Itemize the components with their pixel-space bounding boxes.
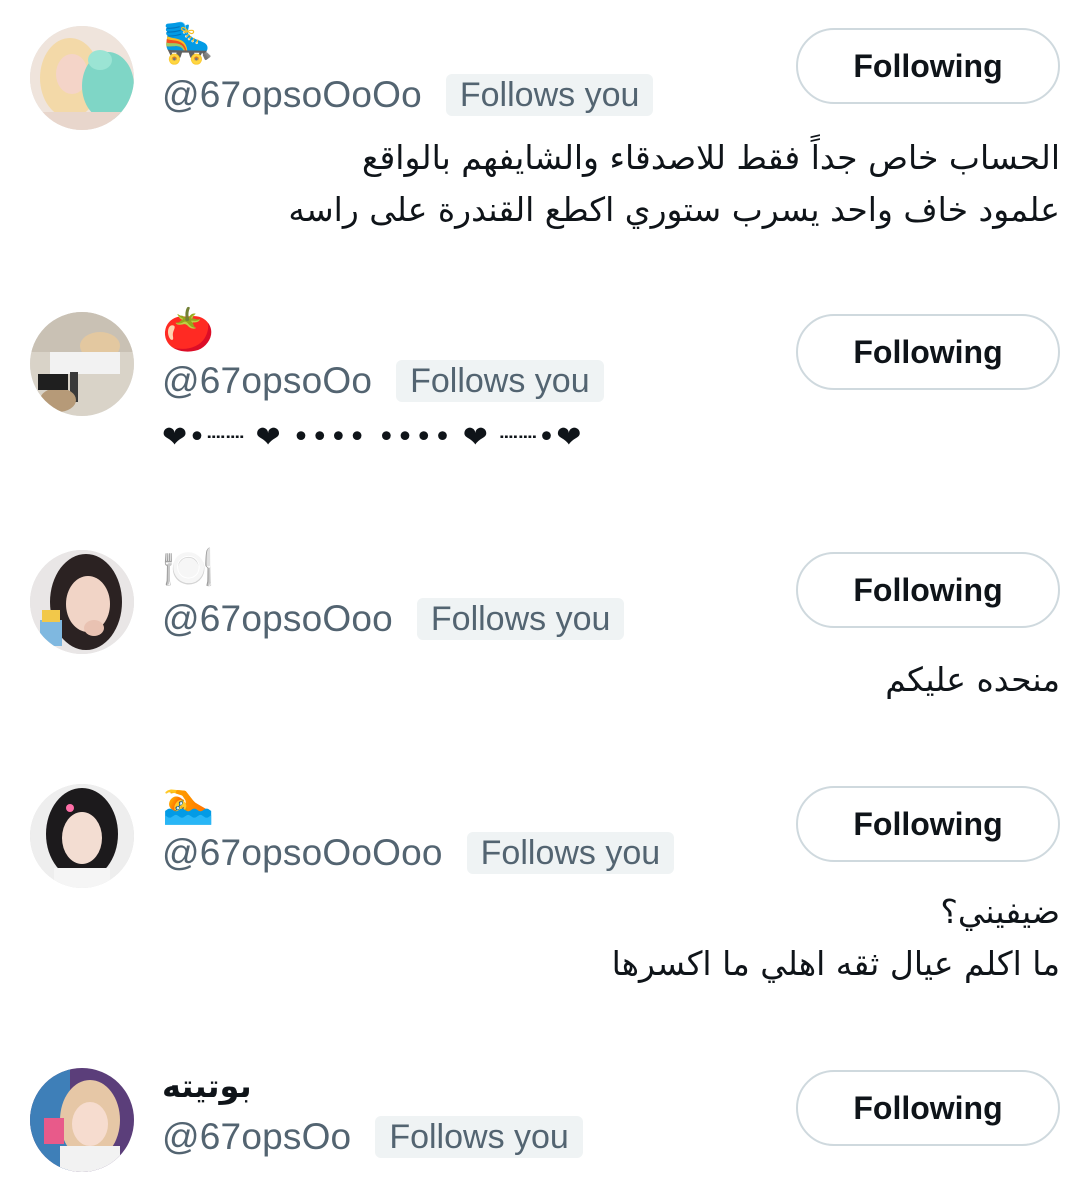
- username: @67opsoOo: [162, 360, 373, 401]
- following-button[interactable]: Following: [796, 552, 1060, 628]
- user-row[interactable]: 🍅 @67opsoOo Follows you Following ❤︎•┈┈ …: [0, 290, 1086, 510]
- handle-line: @67opsoOoOoo Follows you: [162, 830, 675, 876]
- avatar[interactable]: [30, 1068, 134, 1172]
- username: @67opsoOoo: [162, 598, 393, 639]
- username: @67opsOo: [162, 1116, 352, 1157]
- following-button[interactable]: Following: [796, 28, 1060, 104]
- handle-line: @67opsoOo Follows you: [162, 358, 604, 404]
- handle-line: @67opsoOoo Follows you: [162, 596, 625, 642]
- tomato-icon: 🍅: [162, 305, 215, 354]
- user-row[interactable]: 🛼 @67opsoOoOo Follows you Following الحس…: [0, 0, 1086, 280]
- follows-you-badge: Follows you: [466, 832, 675, 874]
- swimmer-icon: 🏊: [162, 777, 215, 826]
- handle-line: @67opsOo Follows you: [162, 1114, 583, 1160]
- avatar[interactable]: [30, 26, 134, 130]
- display-name: 🏊: [162, 774, 214, 830]
- following-button[interactable]: Following: [796, 1070, 1060, 1146]
- username: @67opsoOoOo: [162, 74, 422, 115]
- avatar[interactable]: [30, 784, 134, 888]
- follows-you-badge: Follows you: [445, 74, 654, 116]
- bio: الحساب خاص جداً فقط للاصدقاء والشايفهم ب…: [288, 138, 1060, 229]
- plate-cutlery-icon: 🍽️: [162, 543, 215, 592]
- avatar[interactable]: [30, 312, 134, 416]
- display-name: 🍽️: [162, 540, 214, 596]
- display-name: 🛼: [162, 14, 214, 70]
- following-button[interactable]: Following: [796, 314, 1060, 390]
- follows-you-badge: Follows you: [416, 598, 625, 640]
- follows-you-badge: Follows you: [375, 1116, 583, 1158]
- display-name: بوتيته: [162, 1058, 252, 1114]
- display-name: 🍅: [162, 302, 214, 358]
- display-name-text: بوتيته: [162, 1067, 252, 1105]
- user-row[interactable]: بوتيته @67opsOo Follows you Following: [0, 1048, 1086, 1200]
- handle-line: @67opsoOoOo Follows you: [162, 72, 654, 118]
- bio: ❤︎•┈┈ ❤︎ •••• •••• ❤︎ ┈┈•❤︎: [162, 420, 583, 455]
- user-row[interactable]: 🏊 @67opsoOoOoo Follows you Following ضيف…: [0, 762, 1086, 1032]
- roller-skate-icon: 🛼: [162, 17, 215, 66]
- bio: ضيفيني؟ ما اكلم عيال ثقه اهلي ما اكسرها: [611, 892, 1060, 983]
- follows-you-badge: Follows you: [396, 360, 604, 402]
- username: @67opsoOoOoo: [162, 832, 443, 873]
- user-row[interactable]: 🍽️ @67opsoOoo Follows you Following منحد…: [0, 528, 1086, 758]
- avatar[interactable]: [30, 550, 134, 654]
- following-button[interactable]: Following: [796, 786, 1060, 862]
- bio: منحده عليكم: [885, 660, 1060, 699]
